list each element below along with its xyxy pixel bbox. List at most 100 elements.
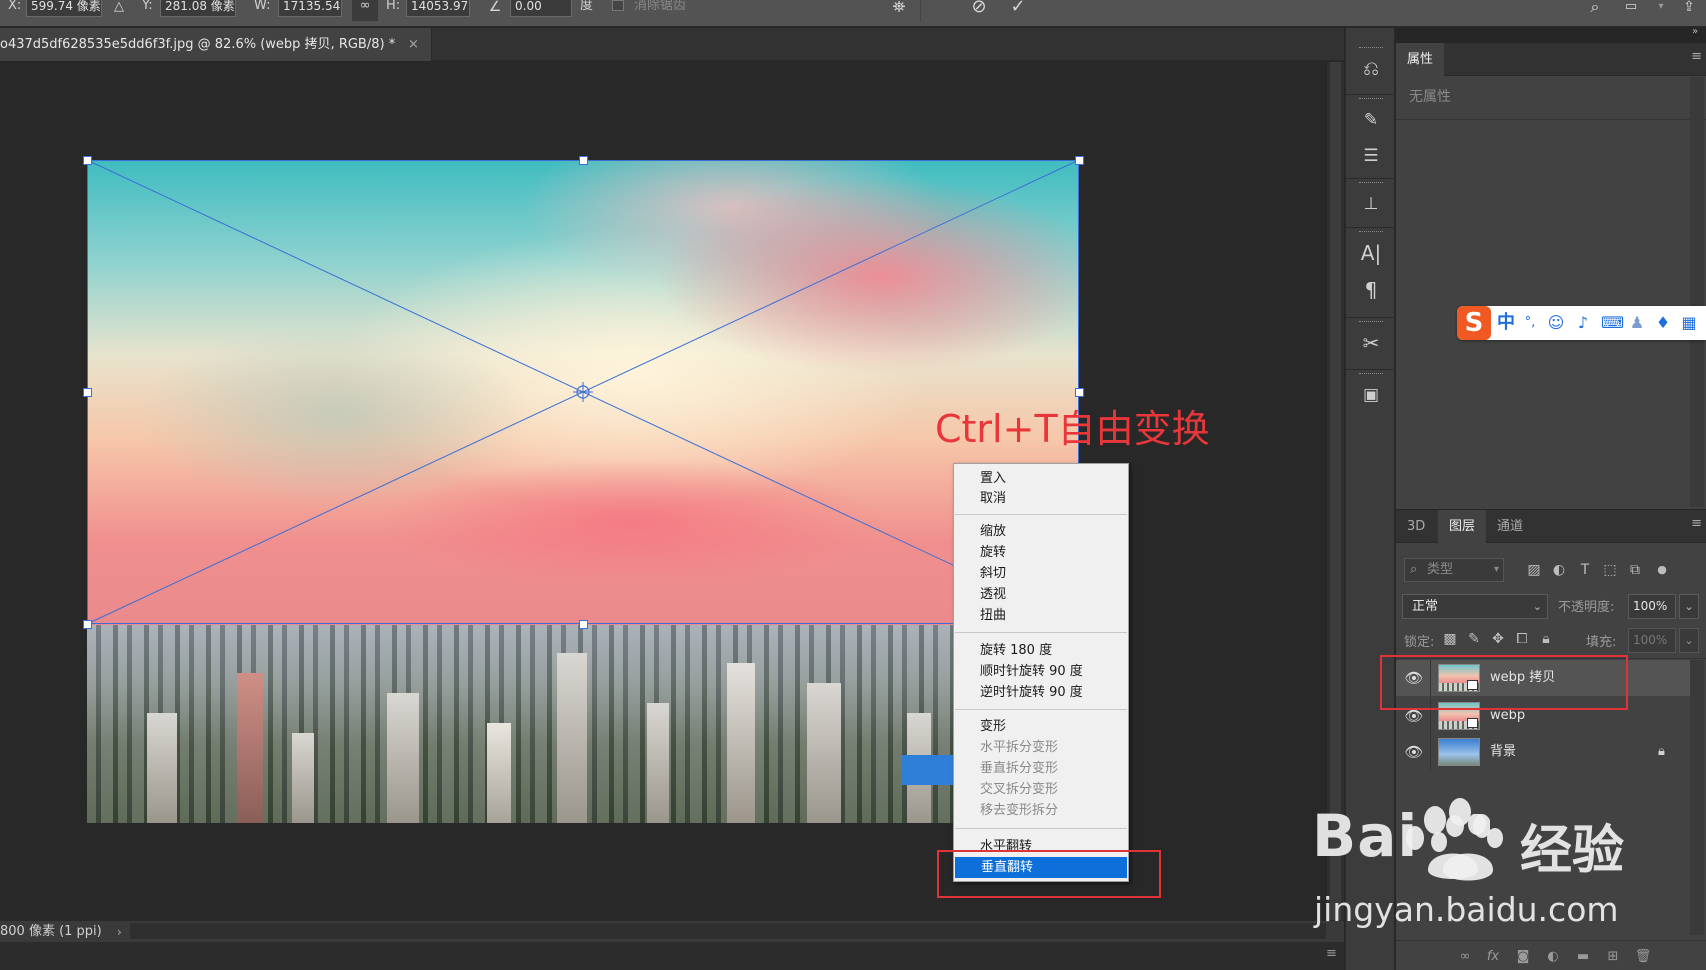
filter-smart-object-icon[interactable]: ⧉: [1624, 558, 1646, 582]
tab-properties[interactable]: 属性: [1396, 43, 1445, 76]
transform-handle-left[interactable]: [83, 388, 92, 397]
workspace-icon[interactable]: ▭: [1620, 0, 1642, 20]
libraries-icon[interactable]: ▣: [1358, 383, 1384, 407]
building: [557, 653, 587, 823]
menu-item-rotate-90-ccw[interactable]: 逆时针旋转 90 度: [954, 682, 1128, 703]
filter-adjustment-icon[interactable]: ◐: [1548, 558, 1570, 582]
opacity-input[interactable]: 100%: [1628, 594, 1676, 619]
menu-item-warp[interactable]: 变形: [954, 716, 1128, 737]
transform-handle-right[interactable]: [1075, 388, 1084, 397]
emoji-icon[interactable]: ☺: [1547, 314, 1565, 332]
panel-grip[interactable]: [1359, 182, 1383, 185]
opacity-dropdown-icon[interactable]: ⌄: [1679, 594, 1699, 619]
character-icon[interactable]: A|: [1358, 241, 1384, 265]
transform-context-menu: 置入 取消 缩放 旋转 斜切 透视 扭曲 旋转 180 度 顺时针旋转 90 度…: [953, 463, 1129, 882]
document-tab[interactable]: o437d5df628535e5dd6f3f.jpg @ 82.6% (webp…: [0, 28, 432, 61]
blend-mode-select[interactable]: 正常 ⌄: [1402, 594, 1548, 619]
tab-channels[interactable]: 通道: [1486, 510, 1534, 543]
lock-icon[interactable]: 🔒︎: [1658, 734, 1665, 770]
tab-layers[interactable]: 图层: [1438, 510, 1487, 543]
skin-icon[interactable]: ♦: [1654, 314, 1672, 332]
close-icon[interactable]: ×: [408, 28, 419, 61]
layer-row-background[interactable]: 👁︎ 背景 🔒︎: [1396, 734, 1690, 770]
transform-handle-top-right[interactable]: [1075, 156, 1084, 165]
eye-icon[interactable]: 👁︎: [1404, 734, 1424, 770]
panel-grip[interactable]: [1359, 231, 1383, 234]
fill-input[interactable]: 100%: [1628, 628, 1676, 653]
fill-dropdown-icon[interactable]: ⌄: [1679, 628, 1699, 653]
filter-pixel-icon[interactable]: ▨: [1523, 558, 1545, 582]
transform-handle-top-left[interactable]: [83, 156, 92, 165]
warp-mode-icon[interactable]: ⛯: [888, 0, 910, 20]
adjustments-icon[interactable]: ☰: [1358, 144, 1384, 168]
annotation-text: Ctrl+T自由变换: [935, 407, 1210, 451]
toolbox-icon[interactable]: ▦: [1680, 314, 1698, 332]
x-input[interactable]: 599.74 像素: [26, 0, 102, 17]
delta-icon[interactable]: △: [108, 0, 130, 20]
filter-type-icon[interactable]: T: [1574, 558, 1596, 582]
menu-item-rotate-180[interactable]: 旋转 180 度: [954, 640, 1128, 661]
menu-item-cancel[interactable]: 取消: [954, 488, 1128, 509]
transform-bounding-box[interactable]: [86, 159, 1080, 625]
menu-item-distort[interactable]: 扭曲: [954, 605, 1128, 626]
document-size-info[interactable]: 800 像素 (1 ppi): [0, 921, 102, 943]
workspace-dropdown-icon[interactable]: ▾: [1650, 0, 1672, 20]
panel-grip[interactable]: [1359, 98, 1383, 101]
panel-grip[interactable]: [1359, 373, 1383, 376]
h-input[interactable]: 14053.97%: [406, 0, 470, 17]
transform-handle-bottom[interactable]: [579, 620, 588, 629]
menu-item-scale[interactable]: 缩放: [954, 521, 1128, 542]
chevron-down-icon: ⌄: [1532, 600, 1542, 613]
panel-grip[interactable]: [1359, 321, 1383, 324]
document-tab-bar: o437d5df628535e5dd6f3f.jpg @ 82.6% (webp…: [0, 28, 1344, 61]
panel-menu-icon[interactable]: ≡: [1691, 516, 1702, 531]
city-skyline-image: [87, 625, 1079, 823]
user-icon[interactable]: ♟: [1628, 314, 1646, 332]
properties-scrollbar[interactable]: [1690, 77, 1704, 507]
menu-item-skew[interactable]: 斜切: [954, 563, 1128, 584]
brush-settings-icon[interactable]: ✎: [1358, 108, 1384, 132]
microphone-icon[interactable]: ♪: [1574, 314, 1592, 332]
antialias-checkbox[interactable]: [612, 0, 624, 11]
y-input[interactable]: 281.08 像素: [160, 0, 236, 17]
filter-shape-icon[interactable]: ⬚: [1599, 558, 1621, 582]
search-icon[interactable]: ⌕: [1584, 0, 1606, 20]
tab-3d[interactable]: 3D: [1396, 510, 1436, 543]
expand-panels-icon[interactable]: »: [1692, 26, 1698, 37]
panel-menu-icon[interactable]: ≡: [1691, 49, 1702, 64]
ime-punctuation-toggle[interactable]: °,: [1521, 314, 1539, 332]
clone-source-icon[interactable]: ⊥: [1358, 192, 1384, 216]
layer-filter-dropdown[interactable]: ⌕ 类型 ▾: [1404, 558, 1504, 582]
ime-mode-toggle[interactable]: 中: [1497, 306, 1515, 340]
link-icon[interactable]: ∞: [352, 0, 378, 21]
status-menu-arrow-icon[interactable]: ›: [117, 921, 122, 943]
commit-transform-icon[interactable]: ✓: [1007, 0, 1029, 20]
lock-all-icon[interactable]: 🔒︎: [1536, 628, 1556, 650]
menu-item-rotate-90-cw[interactable]: 顺时针旋转 90 度: [954, 661, 1128, 682]
properties-tab-bar: 属性 ≡: [1396, 43, 1706, 76]
layer-name[interactable]: 背景: [1490, 734, 1516, 770]
w-input[interactable]: 17135.54%: [278, 0, 342, 17]
menu-item-rotate[interactable]: 旋转: [954, 542, 1128, 563]
strip-separator: [1346, 94, 1396, 95]
panel-grip[interactable]: [1359, 47, 1383, 50]
lock-image-icon[interactable]: ✎: [1464, 628, 1484, 650]
keyboard-icon[interactable]: ⌨: [1601, 314, 1624, 332]
share-icon[interactable]: ⇪: [1678, 0, 1700, 20]
paragraph-icon[interactable]: ¶: [1358, 278, 1384, 302]
filter-toggle-icon[interactable]: ●: [1651, 558, 1673, 582]
baidu-jingyan-watermark: Bai 经验 jingyan.baidu.com: [1310, 790, 1706, 970]
menu-item-perspective[interactable]: 透视: [954, 584, 1128, 605]
menu-item-place[interactable]: 置入: [954, 468, 1128, 489]
lock-position-icon[interactable]: ✥: [1488, 628, 1508, 650]
transform-handle-top[interactable]: [579, 156, 588, 165]
transform-handle-bottom-left[interactable]: [83, 620, 92, 629]
history-icon[interactable]: ⎌: [1358, 56, 1384, 80]
lock-transparent-icon[interactable]: ▩: [1440, 628, 1460, 650]
tool-presets-icon[interactable]: ✂: [1358, 331, 1384, 355]
lock-artboard-icon[interactable]: ⧠: [1512, 628, 1532, 650]
horizontal-scrollbar[interactable]: [130, 923, 1326, 939]
cancel-transform-icon[interactable]: ⊘: [968, 0, 990, 20]
rotate-input[interactable]: 0.00: [510, 0, 572, 17]
sogou-logo-icon[interactable]: S: [1457, 306, 1491, 340]
